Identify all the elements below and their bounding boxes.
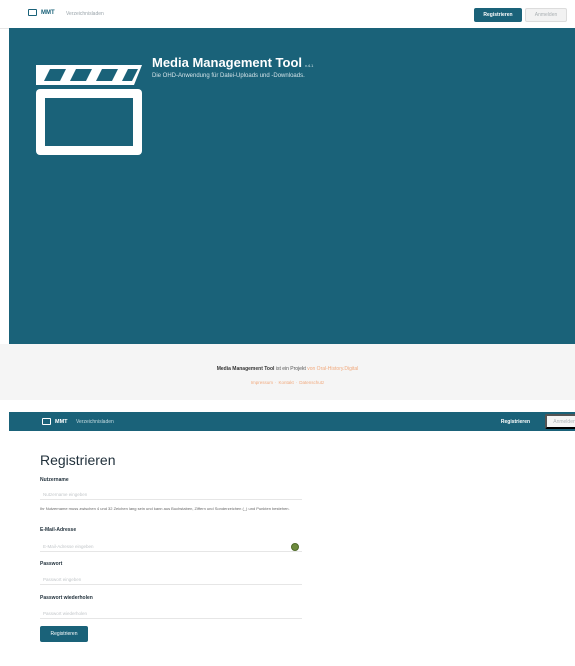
version-badge: v.4.1 [305,63,314,68]
submit-register-button[interactable]: Registrieren [40,626,88,642]
hero-banner: Media Management Tool v.4.1 Die OHD-Anwen… [9,28,575,344]
form-navbar: MMT Verzeichnisladen Registrieren Anmeld… [9,412,575,431]
footer-link-kontakt[interactable]: Kontakt [278,380,293,385]
brand-label: MMT [55,418,68,425]
username-label: Nutzername [40,477,69,483]
top-navbar: MMT Verzeichnisladen Registrieren Anmeld… [0,0,575,29]
footer-link-datenschutz[interactable]: Datenschutz [299,380,324,385]
footer: Media Management Tool ist ein Projekt vo… [0,344,575,400]
clapperboard-icon [42,418,51,425]
footer-credit: Media Management Tool ist ein Projekt vo… [0,366,575,372]
footer-link-impressum[interactable]: Impressum [251,380,273,385]
footer-links: Impressum · Kontakt · Datenschutz [250,380,325,385]
username-hint: Ihr Nutzername muss zwischen 4 und 32 Ze… [40,506,290,511]
nav-link-directory[interactable]: Verzeichnisladen [66,11,104,17]
hero-title: Media Management Tool v.4.1 [152,55,314,70]
email-label: E-Mail-Adresse [40,527,77,533]
password-repeat-field[interactable] [40,608,302,619]
register-button[interactable]: Registrieren [474,8,522,22]
brand-label: MMT [41,9,55,16]
password-label: Passwort [40,561,63,567]
brand-logo[interactable]: MMT [42,418,68,425]
login-button[interactable]: Anmelden [525,8,567,22]
password-repeat-label: Passwort wiederholen [40,595,93,601]
footer-product: Media Management Tool [216,366,275,372]
hero-subtitle: Die OHD-Anwendung für Datei-Uploads und … [152,73,305,79]
clapperboard-icon [28,9,37,16]
brand-logo[interactable]: MMT [28,9,55,16]
register-button[interactable]: Registrieren [489,415,542,428]
clapperboard-icon [36,65,142,155]
page-title: Registrieren [40,452,116,468]
nav-link-directory[interactable]: Verzeichnisladen [76,419,114,425]
footer-project-link[interactable]: von Oral-History.Digital [307,366,358,372]
password-field[interactable] [40,574,302,585]
email-field[interactable] [40,541,302,552]
username-field[interactable] [40,489,302,500]
footer-text: ist ein Projekt [275,366,306,372]
login-button[interactable]: Anmelden [545,414,575,429]
password-manager-icon[interactable] [291,543,299,551]
